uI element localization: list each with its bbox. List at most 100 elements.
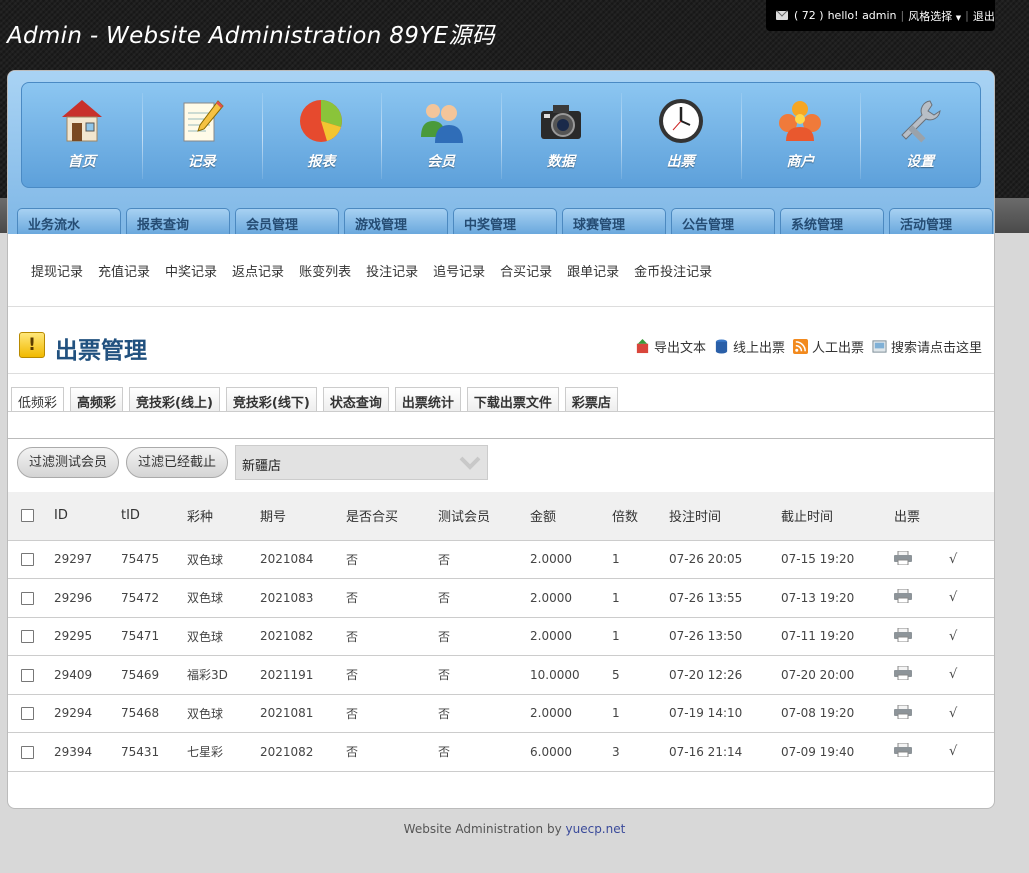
cell-deadline: 07-15 19:20: [781, 540, 894, 579]
row-checkbox[interactable]: [21, 745, 34, 759]
printer-icon[interactable]: [894, 550, 912, 566]
cell-id: 29295: [54, 617, 121, 656]
filter-closed-button[interactable]: 过滤已经截止: [126, 447, 229, 478]
export-text-link[interactable]: 导出文本: [635, 337, 706, 356]
tab-business-flow[interactable]: 业务流水: [17, 208, 121, 234]
sublink-chase[interactable]: 追号记录: [433, 261, 485, 280]
tab-high-frequency[interactable]: 高频彩: [70, 387, 124, 411]
ticket-status-mark[interactable]: √: [949, 578, 994, 618]
column-header[interactable]: 截止时间: [781, 492, 894, 541]
cell-id: 29394: [54, 732, 121, 772]
sublink-withdrawals[interactable]: 提现记录: [31, 261, 83, 280]
column-header[interactable]: 倍数: [612, 492, 669, 541]
style-select[interactable]: 风格选择 ▼: [908, 8, 961, 24]
column-header[interactable]: tID: [121, 492, 187, 541]
column-header[interactable]: 是否合买: [346, 492, 438, 541]
cell-type: 双色球: [187, 694, 260, 733]
footer: Website Administration by yuecp.net: [0, 822, 1029, 836]
tab-sports-offline[interactable]: 竞技彩(线下): [225, 387, 317, 411]
tab-activity-management[interactable]: 活动管理: [889, 208, 993, 234]
printer-icon[interactable]: [894, 704, 912, 720]
tab-notice-management[interactable]: 公告管理: [671, 208, 775, 234]
tab-game-management[interactable]: 游戏管理: [344, 208, 448, 234]
manual-ticket-link[interactable]: 人工出票: [792, 337, 864, 356]
column-header[interactable]: 彩种: [187, 492, 260, 541]
sublink-gold-bets[interactable]: 金币投注记录: [634, 261, 712, 280]
ticket-status-mark[interactable]: √: [949, 732, 994, 772]
table-header-row: ID tID 彩种 期号 是否合买 测试会员 金额 倍数 投注时间 截止时间 出…: [8, 492, 994, 541]
cell-test: 否: [438, 655, 530, 695]
nav-item-records[interactable]: 记录: [141, 83, 262, 187]
print-cell: [894, 617, 949, 656]
ticket-status-mark[interactable]: √: [949, 617, 994, 656]
nav-item-settings[interactable]: 设置: [860, 83, 980, 187]
nav-item-home[interactable]: 首页: [22, 83, 142, 187]
tab-status-query[interactable]: 状态查询: [322, 387, 389, 411]
cell-multiple: 5: [612, 655, 669, 695]
sublink-deposits[interactable]: 充值记录: [98, 261, 150, 280]
sublink-follow[interactable]: 跟单记录: [567, 261, 619, 280]
mail-icon[interactable]: [776, 11, 788, 20]
tab-member-management[interactable]: 会员管理: [235, 208, 339, 234]
row-checkbox[interactable]: [21, 553, 34, 567]
logout-link[interactable]: 退出: [973, 8, 995, 24]
sublink-joint-buy[interactable]: 合买记录: [500, 261, 552, 280]
cell-joint: 否: [346, 617, 438, 656]
column-header-empty: [949, 492, 994, 541]
ticket-status-mark[interactable]: √: [949, 655, 994, 695]
online-ticket-link[interactable]: 线上出票: [714, 337, 785, 356]
search-link[interactable]: 搜索请点击这里: [872, 337, 982, 356]
column-header[interactable]: 测试会员: [438, 492, 530, 541]
printer-icon[interactable]: [894, 742, 912, 758]
nav-label: 首页: [67, 154, 96, 170]
tab-report-query[interactable]: 报表查询: [126, 208, 230, 234]
select-all-checkbox[interactable]: [21, 509, 34, 523]
cell-id: 29409: [54, 655, 121, 695]
row-checkbox[interactable]: [21, 591, 34, 605]
tab-lottery-store[interactable]: 彩票店: [564, 387, 618, 411]
table-row: 29294 75468 双色球 2021081 否否 2.0000 1 07-19 14:10…: [8, 694, 994, 733]
column-header[interactable]: 出票: [894, 492, 949, 541]
sublink-rebates[interactable]: 返点记录: [232, 261, 284, 280]
column-header[interactable]: 期号: [260, 492, 346, 541]
tab-download-files[interactable]: 下载出票文件: [466, 387, 559, 411]
cell-test: 否: [438, 732, 530, 772]
cell-tid: 75471: [121, 617, 187, 656]
sublink-bets[interactable]: 投注记录: [366, 261, 418, 280]
printer-icon[interactable]: [894, 665, 912, 681]
ticket-status-mark[interactable]: √: [949, 540, 994, 579]
cell-bet-time: 07-16 21:14: [669, 732, 781, 772]
message-count[interactable]: ( 72 ): [794, 9, 824, 22]
cell-deadline: 07-13 19:20: [781, 578, 894, 618]
printer-icon[interactable]: [894, 627, 912, 643]
nav-item-merchants[interactable]: 商户: [740, 83, 861, 187]
cell-period: 2021084: [260, 540, 346, 579]
clock-icon: [658, 99, 703, 143]
column-header[interactable]: 投注时间: [669, 492, 781, 541]
cell-id: 29294: [54, 694, 121, 733]
tab-ticket-stats[interactable]: 出票统计: [394, 387, 461, 411]
tab-match-management[interactable]: 球赛管理: [562, 208, 666, 234]
sublink-account-changes[interactable]: 账变列表: [299, 261, 351, 280]
cell-deadline: 07-09 19:40: [781, 732, 894, 772]
tab-sports-online[interactable]: 竞技彩(线上): [129, 387, 220, 411]
sublink-winnings[interactable]: 中奖记录: [165, 261, 217, 280]
nav-item-data[interactable]: 数据: [501, 83, 621, 187]
column-header[interactable]: ID: [54, 492, 121, 541]
row-checkbox[interactable]: [21, 630, 34, 644]
nav-item-reports[interactable]: 报表: [261, 83, 382, 187]
ticket-status-mark[interactable]: √: [949, 694, 994, 733]
nav-item-tickets[interactable]: 出票: [620, 83, 741, 187]
filter-test-members-button[interactable]: 过滤测试会员: [17, 447, 120, 478]
row-checkbox[interactable]: [21, 668, 34, 682]
tab-system-management[interactable]: 系统管理: [780, 208, 884, 234]
store-select[interactable]: 新疆店: [235, 445, 489, 480]
tab-low-frequency[interactable]: 低频彩: [11, 387, 65, 411]
lottery-tabs: 低频彩 高频彩 竞技彩(线上) 竞技彩(线下) 状态查询 出票统计 下载出票文件…: [11, 387, 618, 411]
printer-icon[interactable]: [894, 588, 912, 604]
nav-item-members[interactable]: 会员: [381, 83, 501, 187]
tab-prize-management[interactable]: 中奖管理: [453, 208, 557, 234]
footer-link[interactable]: yuecp.net: [566, 822, 626, 836]
column-header[interactable]: 金额: [530, 492, 612, 541]
row-checkbox[interactable]: [21, 707, 34, 721]
